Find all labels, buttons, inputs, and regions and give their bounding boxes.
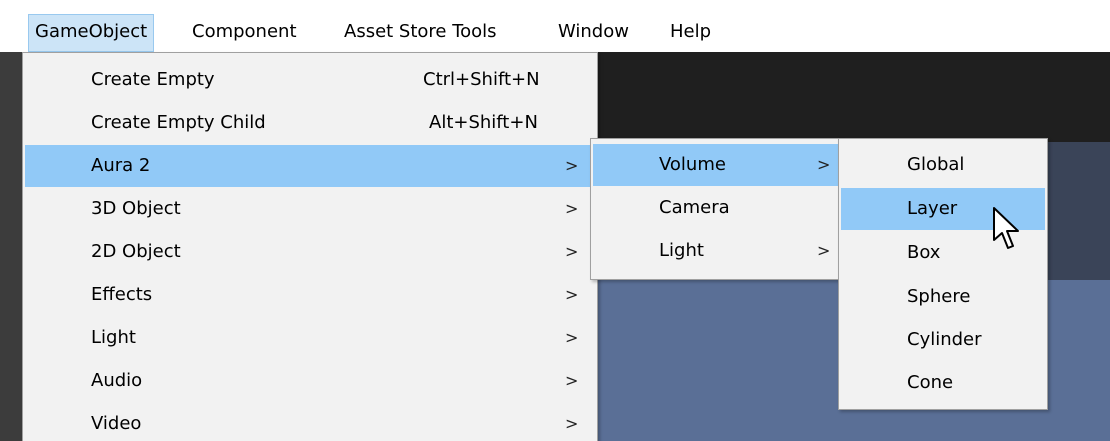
- menu-item-label: Audio: [91, 370, 143, 391]
- chevron-right-icon: >: [565, 285, 579, 304]
- chevron-right-icon: >: [817, 155, 831, 174]
- menu-item-label: Video: [91, 413, 142, 434]
- menu-item-label: Volume: [659, 154, 726, 175]
- menu-window[interactable]: Window: [552, 14, 635, 52]
- menu-item-aura-2[interactable]: Aura 2 >: [25, 145, 595, 187]
- chevron-right-icon: >: [565, 328, 579, 347]
- menu-item-label: Global: [907, 154, 965, 175]
- menu-item-label: Cone: [907, 372, 954, 393]
- menu-item-label: Aura 2: [91, 155, 151, 176]
- menu-item-label: Light: [91, 327, 136, 348]
- menu-item-label: Layer: [907, 198, 958, 219]
- menu-item-create-empty-child[interactable]: Create Empty Child Alt+Shift+N: [25, 102, 595, 144]
- menu-item-light[interactable]: Light >: [25, 317, 595, 359]
- menu-bar: GameObject Component Asset Store Tools W…: [0, 14, 1110, 52]
- chevron-right-icon: >: [565, 371, 579, 390]
- menu-gameobject[interactable]: GameObject: [28, 14, 155, 52]
- mouse-pointer-icon: [993, 207, 1019, 249]
- editor-left-strip: [0, 52, 22, 441]
- menu-item-sphere[interactable]: Sphere: [841, 276, 1045, 318]
- menu-item-label: Create Empty: [91, 69, 215, 90]
- chevron-right-icon: >: [565, 199, 579, 218]
- menu-item-effects[interactable]: Effects >: [25, 274, 595, 316]
- menu-item-shortcut: Ctrl+Shift+N: [423, 69, 540, 90]
- menu-item-label: 3D Object: [91, 198, 181, 219]
- menu-item-cylinder[interactable]: Cylinder: [841, 319, 1045, 361]
- chevron-right-icon: >: [565, 242, 579, 261]
- aura-2-submenu: Volume > Camera Light >: [590, 138, 842, 280]
- menu-item-2d-object[interactable]: 2D Object >: [25, 231, 595, 273]
- chevron-right-icon: >: [817, 241, 831, 260]
- menu-component[interactable]: Component: [186, 14, 303, 52]
- menu-item-audio[interactable]: Audio >: [25, 360, 595, 402]
- menu-item-label: 2D Object: [91, 241, 181, 262]
- menu-help[interactable]: Help: [664, 14, 717, 52]
- volume-submenu: Global Layer Box Sphere Cylinder Cone: [838, 138, 1048, 410]
- menu-item-label: Camera: [659, 197, 730, 218]
- scene-view-toolbar: [598, 52, 1110, 142]
- menu-item-3d-object[interactable]: 3D Object >: [25, 188, 595, 230]
- menu-item-light[interactable]: Light >: [593, 230, 839, 272]
- menu-item-shortcut: Alt+Shift+N: [429, 112, 538, 133]
- gameobject-dropdown-menu: Create Empty Ctrl+Shift+N Create Empty C…: [22, 52, 598, 441]
- menu-item-video[interactable]: Video >: [25, 403, 595, 441]
- menu-item-create-empty[interactable]: Create Empty Ctrl+Shift+N: [25, 59, 595, 101]
- menu-item-label: Sphere: [907, 286, 971, 307]
- chevron-right-icon: >: [565, 414, 579, 433]
- chevron-right-icon: >: [565, 156, 579, 175]
- menu-item-cone[interactable]: Cone: [841, 362, 1045, 404]
- menu-item-volume[interactable]: Volume >: [593, 144, 839, 186]
- menu-asset-store-tools[interactable]: Asset Store Tools: [338, 14, 503, 52]
- menu-item-camera[interactable]: Camera: [593, 187, 839, 229]
- menu-item-label: Light: [659, 240, 704, 261]
- window-title-strip: [0, 0, 1110, 14]
- menu-item-label: Cylinder: [907, 329, 982, 350]
- menu-item-label: Create Empty Child: [91, 112, 266, 133]
- unity-editor-screen: GameObject Component Asset Store Tools W…: [0, 0, 1110, 441]
- menu-item-label: Box: [907, 242, 941, 263]
- menu-item-global[interactable]: Global: [841, 144, 1045, 186]
- menu-item-label: Effects: [91, 284, 153, 305]
